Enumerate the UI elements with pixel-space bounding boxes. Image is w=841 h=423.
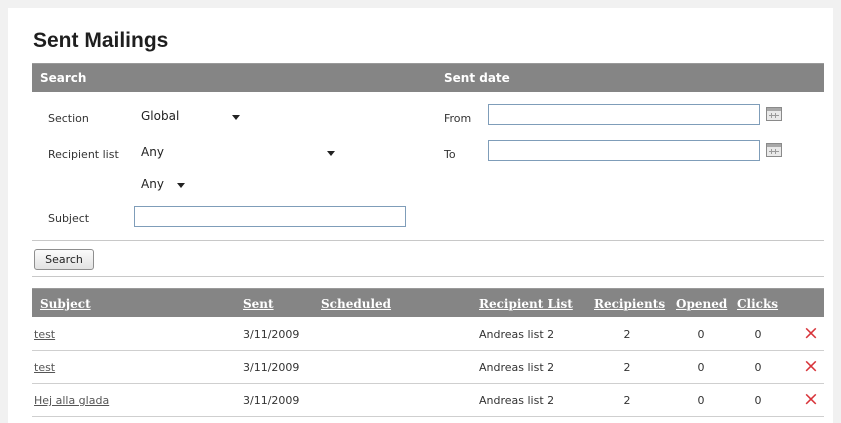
subject-input[interactable] — [134, 206, 406, 227]
column-header-clicks[interactable]: Clicks — [737, 297, 778, 311]
row-recipient-list: Andreas list 2 — [479, 394, 555, 407]
secondary-filter-select[interactable]: Any — [134, 174, 192, 195]
from-date-input[interactable] — [488, 104, 760, 125]
column-header-recipient-list[interactable]: Recipient List — [479, 297, 573, 311]
row-subject-link[interactable]: Hej alla glada — [34, 394, 109, 407]
column-header-opened[interactable]: Opened — [676, 297, 727, 311]
subject-label: Subject — [48, 212, 90, 225]
row-sent-date: 3/11/2009 — [243, 361, 300, 374]
row-subject-link[interactable]: test — [34, 328, 55, 341]
to-label: To — [444, 148, 456, 161]
divider — [32, 240, 824, 241]
page-panel: Sent Mailings Search Sent date Section G… — [8, 8, 833, 423]
section-select-value: Global — [141, 109, 180, 123]
chevron-down-icon — [177, 183, 185, 188]
row-sent-date: 3/11/2009 — [243, 394, 300, 407]
from-label: From — [444, 112, 472, 125]
row-sent-date: 3/11/2009 — [243, 328, 300, 341]
row-recipients: 2 — [623, 328, 631, 341]
row-opened: 0 — [697, 328, 705, 341]
recipient-list-select-value: Any — [141, 145, 164, 159]
recipient-list-select[interactable]: Any — [134, 142, 344, 163]
page-title: Sent Mailings — [33, 29, 169, 52]
delete-icon[interactable]: × — [803, 324, 819, 343]
row-recipient-list: Andreas list 2 — [479, 328, 555, 341]
search-header-band: Search Sent date — [32, 63, 824, 92]
search-heading: Search — [40, 71, 87, 85]
section-select[interactable]: Global — [134, 106, 249, 127]
chevron-down-icon — [232, 115, 240, 120]
secondary-filter-select-value: Any — [141, 177, 164, 191]
recipient-list-label: Recipient list — [48, 148, 119, 161]
calendar-icon[interactable] — [766, 143, 782, 157]
divider — [32, 276, 824, 277]
row-clicks: 0 — [754, 328, 762, 341]
row-clicks: 0 — [754, 394, 762, 407]
column-header-subject[interactable]: Subject — [40, 297, 91, 311]
calendar-icon[interactable] — [766, 107, 782, 121]
search-button[interactable]: Search — [34, 249, 94, 270]
column-header-recipients[interactable]: Recipients — [594, 297, 665, 311]
row-clicks: 0 — [754, 361, 762, 374]
column-header-scheduled[interactable]: Scheduled — [321, 297, 391, 311]
sent-date-heading: Sent date — [444, 71, 510, 85]
row-recipients: 2 — [623, 394, 631, 407]
row-recipient-list: Andreas list 2 — [479, 361, 555, 374]
chevron-down-icon — [327, 151, 335, 156]
row-recipients: 2 — [623, 361, 631, 374]
table-row: test 3/11/2009 Andreas list 2 2 0 0 × — [32, 351, 824, 384]
results-header-band: Subject Sent Scheduled Recipient List Re… — [32, 288, 824, 317]
section-label: Section — [48, 112, 89, 125]
delete-icon[interactable]: × — [803, 390, 819, 409]
table-row: test 3/11/2009 Andreas list 2 2 0 0 × — [32, 318, 824, 351]
table-row: Hej alla glada 3/11/2009 Andreas list 2 … — [32, 384, 824, 417]
to-date-input[interactable] — [488, 140, 760, 161]
row-opened: 0 — [697, 361, 705, 374]
delete-icon[interactable]: × — [803, 357, 819, 376]
row-subject-link[interactable]: test — [34, 361, 55, 374]
column-header-sent[interactable]: Sent — [243, 297, 274, 311]
row-opened: 0 — [697, 394, 705, 407]
